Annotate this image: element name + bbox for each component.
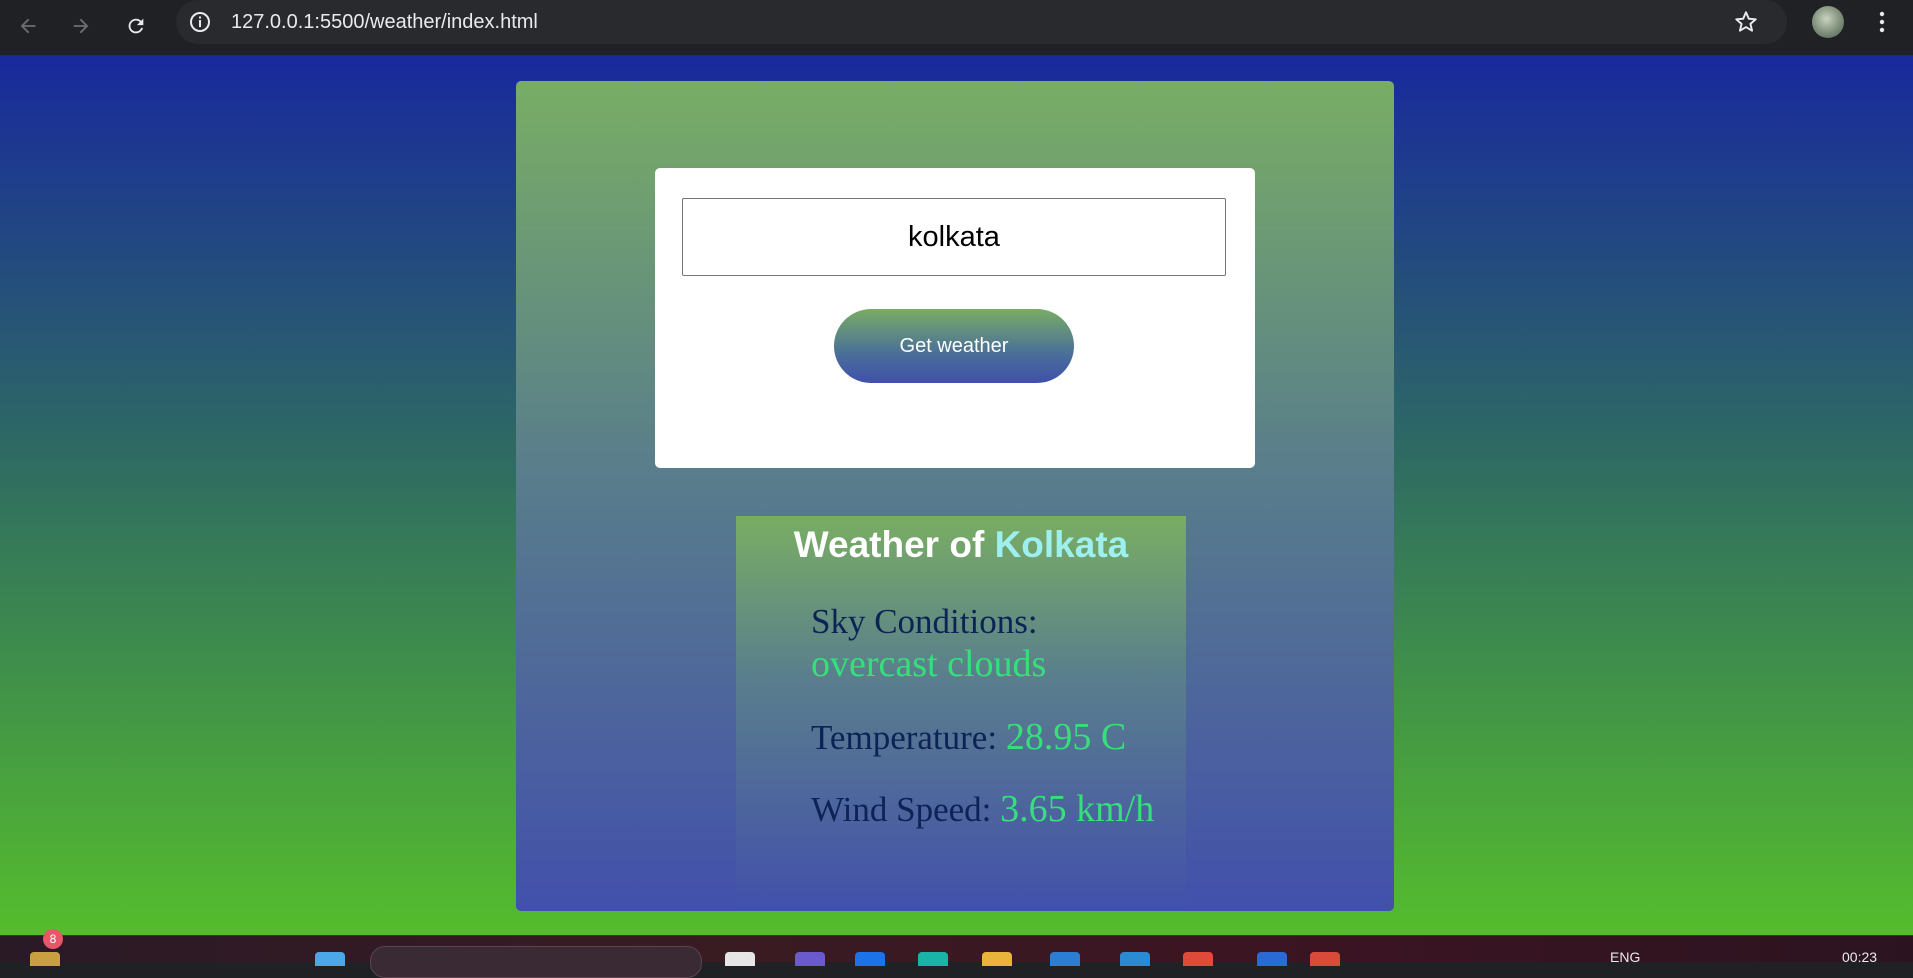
address-bar[interactable]: 127.0.0.1:5500/weather/index.html bbox=[176, 0, 1787, 44]
app-icon-office[interactable] bbox=[1183, 952, 1213, 966]
weather-result-panel: Weather of Kolkata Sky Conditions: overc… bbox=[736, 516, 1186, 911]
title-prefix: Weather of bbox=[793, 524, 995, 565]
get-weather-button[interactable]: Get weather bbox=[834, 309, 1074, 383]
result-title: Weather of Kolkata bbox=[736, 524, 1186, 566]
forward-icon[interactable] bbox=[63, 8, 99, 44]
bookmark-star-icon[interactable] bbox=[1733, 9, 1759, 35]
profile-avatar[interactable] bbox=[1812, 6, 1844, 38]
temperature: Temperature: 28.95 C bbox=[811, 716, 1126, 759]
clock-time[interactable]: 00:23 bbox=[1842, 949, 1877, 965]
url-text[interactable]: 127.0.0.1:5500/weather/index.html bbox=[231, 11, 538, 34]
app-icon-store[interactable] bbox=[918, 952, 948, 966]
app-icon-notepad[interactable] bbox=[725, 952, 755, 966]
windows-taskbar: 8 ENG 00:23 bbox=[0, 929, 1913, 978]
more-menu-icon[interactable] bbox=[1870, 9, 1894, 35]
app-icon-edge[interactable] bbox=[855, 952, 885, 966]
wind-speed: Wind Speed: 3.65 km/h bbox=[811, 788, 1154, 831]
wind-value: 3.65 km/h bbox=[1000, 788, 1155, 830]
sky-value: overcast clouds bbox=[811, 643, 1047, 685]
app-icon-vscode[interactable] bbox=[1120, 952, 1150, 966]
sky-conditions: Sky Conditions: overcast clouds bbox=[811, 601, 1181, 686]
city-input[interactable] bbox=[682, 198, 1226, 276]
temperature-value: 28.95 C bbox=[1005, 716, 1127, 758]
page-viewport: Get weather Weather of Kolkata Sky Condi… bbox=[0, 55, 1913, 935]
weather-app-card: Get weather Weather of Kolkata Sky Condi… bbox=[516, 81, 1394, 911]
language-indicator[interactable]: ENG bbox=[1610, 949, 1640, 965]
start-icon[interactable] bbox=[315, 952, 345, 966]
app-icon-teams[interactable] bbox=[795, 952, 825, 966]
site-info-icon[interactable] bbox=[188, 10, 212, 34]
temperature-label: Temperature: bbox=[811, 718, 1006, 757]
app-icon-mail[interactable] bbox=[1050, 952, 1080, 966]
taskbar-search[interactable] bbox=[370, 946, 702, 978]
reload-icon[interactable] bbox=[118, 8, 154, 44]
search-panel: Get weather bbox=[655, 168, 1255, 468]
app-icon-ide[interactable] bbox=[1257, 952, 1287, 966]
sky-label: Sky Conditions: bbox=[811, 602, 1038, 641]
app-icon-chrome[interactable] bbox=[1310, 952, 1340, 966]
browser-toolbar: 127.0.0.1:5500/weather/index.html bbox=[0, 0, 1913, 55]
city-name: Kolkata bbox=[994, 524, 1129, 565]
notification-badge: 8 bbox=[43, 929, 63, 949]
back-icon[interactable] bbox=[10, 8, 46, 44]
widgets-icon[interactable] bbox=[30, 952, 60, 966]
wind-label: Wind Speed: bbox=[811, 790, 1001, 829]
app-icon-explorer[interactable] bbox=[982, 952, 1012, 966]
